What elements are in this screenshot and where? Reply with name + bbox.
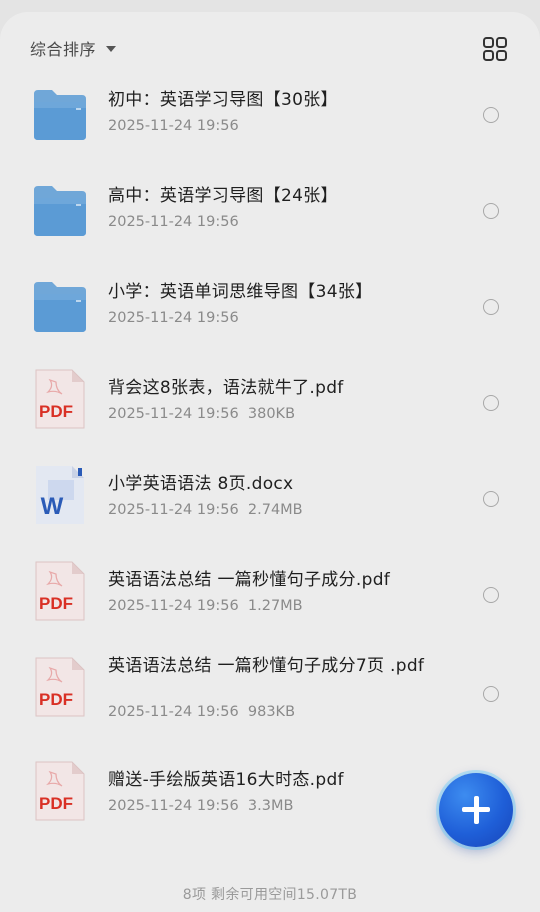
file-name: 背会这8张表，语法就牛了.pdf [108, 378, 344, 398]
file-meta: 2025-11-24 19:56 380KB [108, 406, 296, 422]
select-radio[interactable] [483, 491, 499, 507]
file-row[interactable]: PDF 英语语法总结 一篇秒懂句子成分.pdf 2025-11-24 19:56 1… [0, 550, 540, 646]
select-radio[interactable] [483, 107, 499, 123]
sort-label: 综合排序 [30, 40, 97, 59]
file-row[interactable]: W 小学英语语法 8页.docx 2025-11-24 19:56 2.74MB [0, 454, 540, 550]
select-radio[interactable] [483, 395, 499, 411]
pdf-file-icon: PDF [32, 368, 88, 430]
storage-summary: 8项 剩余可用空间15.07TB [182, 887, 358, 903]
svg-text:PDF: PDF [39, 690, 73, 709]
svg-text:PDF: PDF [39, 594, 73, 613]
file-name: 小学：英语单词思维导图【34张】 [108, 282, 373, 302]
file-name: 赠送-手绘版英语16大时态.pdf [108, 770, 344, 790]
pdf-file-icon: PDF [32, 760, 88, 822]
file-row[interactable]: PDF 英语语法总结 一篇秒懂句子成分7页 .pdf 2025-11-24 19:5… [0, 646, 540, 742]
file-row[interactable]: 高中：英语学习导图【24张】 2025-11-24 19:56 [0, 166, 540, 262]
select-radio[interactable] [483, 203, 499, 219]
file-meta: 2025-11-24 19:56 2.74MB [108, 502, 303, 518]
file-name: 英语语法总结 一篇秒懂句子成分.pdf [108, 570, 391, 590]
file-name: 高中：英语学习导图【24张】 [108, 186, 338, 206]
select-radio[interactable] [483, 299, 499, 315]
pdf-file-icon: PDF [32, 560, 88, 622]
file-meta: 2025-11-24 19:56 1.27MB [108, 598, 303, 614]
file-meta: 2025-11-24 19:56 983KB [108, 704, 296, 720]
file-name: 英语语法总结 一篇秒懂句子成分7页 .pdf [108, 656, 425, 676]
file-name: 小学英语语法 8页.docx [108, 474, 294, 494]
word-file-icon: W [32, 464, 88, 526]
file-meta: 2025-11-24 19:56 [108, 118, 239, 134]
add-button[interactable] [439, 773, 513, 847]
svg-text:PDF: PDF [39, 794, 73, 813]
file-meta: 2025-11-24 19:56 3.3MB [108, 798, 294, 814]
file-row[interactable]: 小学：英语单词思维导图【34张】 2025-11-24 19:56 [0, 262, 540, 358]
file-row[interactable]: PDF 背会这8张表，语法就牛了.pdf 2025-11-24 19:56 380K… [0, 358, 540, 454]
folder-icon [32, 178, 88, 240]
file-row[interactable]: 初中：英语学习导图【30张】 2025-11-24 19:56 [0, 70, 540, 166]
caret-down-icon [106, 46, 117, 52]
file-meta: 2025-11-24 19:56 [108, 214, 239, 230]
pdf-file-icon: PDF [32, 656, 88, 718]
folder-icon [32, 82, 88, 144]
svg-text:W: W [41, 493, 64, 520]
svg-text:PDF: PDF [39, 402, 73, 421]
plus-icon-stem [473, 796, 479, 824]
grid-view-icon[interactable] [482, 36, 508, 62]
file-meta: 2025-11-24 19:56 [108, 310, 239, 326]
select-radio[interactable] [483, 686, 499, 702]
folder-icon [32, 274, 88, 336]
select-radio[interactable] [483, 587, 499, 603]
file-name: 初中：英语学习导图【30张】 [108, 90, 338, 110]
sort-dropdown[interactable]: 综合排序 [30, 36, 117, 60]
